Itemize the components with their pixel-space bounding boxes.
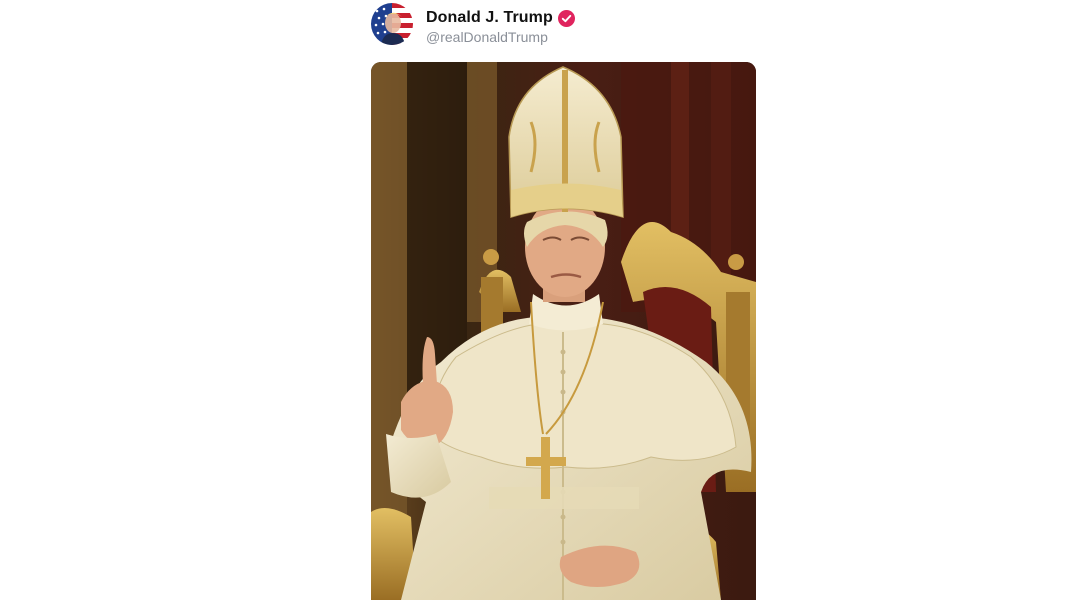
post-image[interactable]: [371, 62, 756, 600]
post-card: Donald J. Trump @realDonaldTrump: [0, 0, 1068, 600]
author-name-row[interactable]: Donald J. Trump: [426, 7, 575, 29]
american-flag-portrait-avatar-icon: [371, 3, 413, 45]
author-handle[interactable]: @realDonaldTrump: [426, 29, 548, 45]
author-display-name[interactable]: Donald J. Trump: [426, 9, 553, 27]
verified-badge-icon: [557, 9, 575, 27]
ai-generated-portrait-image-icon: [371, 62, 756, 600]
author-avatar[interactable]: [371, 3, 413, 45]
